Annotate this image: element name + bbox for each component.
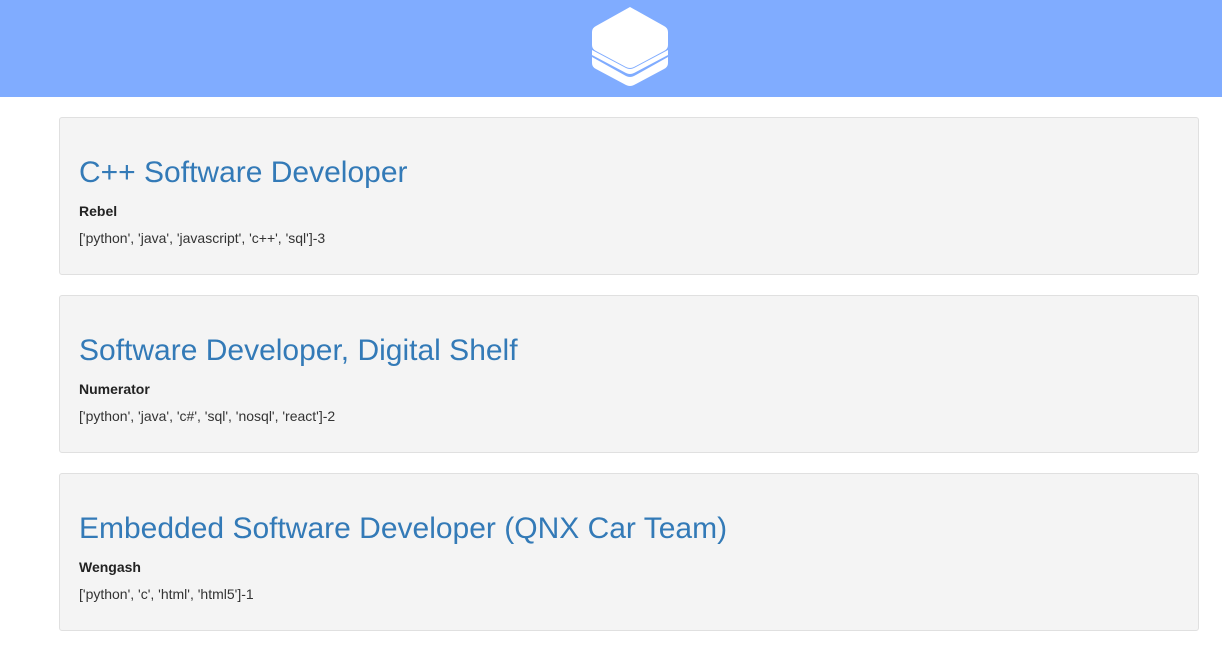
job-title[interactable]: Software Developer, Digital Shelf xyxy=(79,334,518,368)
job-company: Numerator xyxy=(79,381,150,397)
job-card[interactable]: Software Developer, Digital Shelf Numera… xyxy=(59,295,1199,453)
job-company: Rebel xyxy=(79,203,118,219)
job-card[interactable]: Embedded Software Developer (QNX Car Tea… xyxy=(59,473,1199,631)
job-company: Wengash xyxy=(79,559,141,575)
job-card[interactable]: C++ Software Developer Rebel ['python', … xyxy=(59,117,1199,275)
header-bar xyxy=(0,0,1222,97)
job-skills: ['python', 'java', 'c#', 'sql', 'nosql',… xyxy=(79,408,336,424)
job-skills: ['python', 'c', 'html', 'html5']-1 xyxy=(79,586,254,602)
job-title[interactable]: Embedded Software Developer (QNX Car Tea… xyxy=(79,512,727,546)
job-list: C++ Software Developer Rebel ['python', … xyxy=(59,117,1199,651)
job-skills: ['python', 'java', 'javascript', 'c++', … xyxy=(79,230,326,246)
stacked-layers-icon[interactable] xyxy=(590,5,670,89)
job-title[interactable]: C++ Software Developer xyxy=(79,156,408,190)
